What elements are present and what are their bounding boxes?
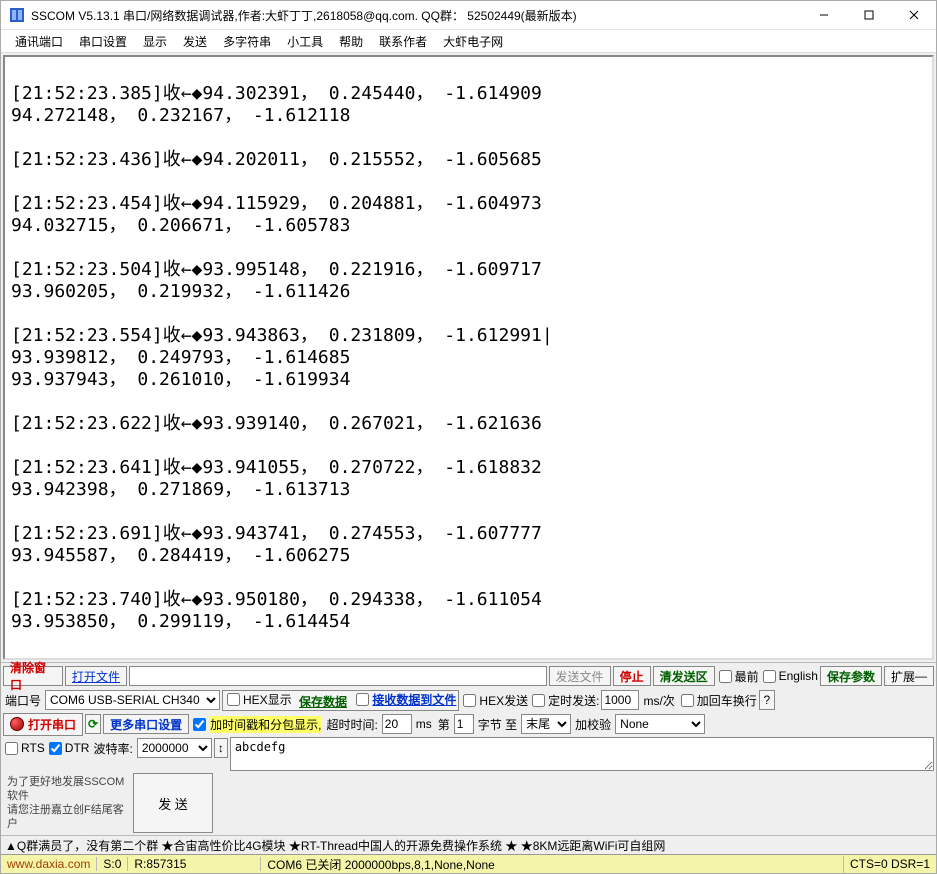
- menu-website[interactable]: 大虾电子网: [435, 31, 511, 52]
- hex-show-checkbox[interactable]: HEX显示: [225, 691, 292, 708]
- menu-tools[interactable]: 小工具: [279, 31, 331, 52]
- crlf-checkbox[interactable]: 加回车换行: [679, 692, 757, 709]
- english-checkbox[interactable]: English: [761, 669, 818, 683]
- status-recv: R:857315: [128, 857, 261, 871]
- frame-end-select[interactable]: 末尾: [521, 714, 571, 734]
- send-text-input[interactable]: abcdefg: [230, 737, 934, 771]
- rx-to-file-checkbox[interactable]: 接收数据到文件: [354, 691, 456, 708]
- timeout-label: 超时时间:: [324, 716, 379, 733]
- port-status-led: [10, 717, 24, 731]
- status-cts-dsr: CTS=0 DSR=1: [844, 857, 936, 871]
- log-area[interactable]: [21:52:23.385]收←◆94.302391， 0.245440， -1…: [3, 55, 934, 660]
- clear-send-button[interactable]: 清发送区: [653, 666, 715, 686]
- rts-checkbox[interactable]: RTS: [3, 741, 45, 755]
- status-url[interactable]: www.daxia.com: [1, 857, 97, 871]
- frame-label-2: 字节 至: [476, 716, 519, 733]
- topmost-checkbox[interactable]: 最前: [717, 668, 759, 685]
- reload-icon: ⟳: [88, 717, 98, 731]
- send-button[interactable]: 发 送: [133, 773, 213, 833]
- port-label: 端口号: [3, 692, 43, 709]
- ms-label: ms: [414, 717, 434, 731]
- menu-port[interactable]: 通讯端口: [7, 31, 71, 52]
- promo-bar: ▲Q群满员了，没有第二个群 ★合宙高性价比4G模块 ★RT-Thread中国人的…: [1, 835, 936, 854]
- window-title: SSCOM V5.13.1 串口/网络数据调试器,作者:大虾丁丁,2618058…: [31, 7, 801, 24]
- menu-multistr[interactable]: 多字符串: [215, 31, 279, 52]
- timeout-input[interactable]: [382, 714, 412, 734]
- more-settings-button[interactable]: 更多串口设置: [103, 714, 189, 734]
- menubar: 通讯端口 串口设置 显示 发送 多字符串 小工具 帮助 联系作者 大虾电子网: [1, 30, 936, 53]
- menu-display[interactable]: 显示: [135, 31, 175, 52]
- open-file-button[interactable]: 打开文件: [65, 666, 127, 686]
- check-label: 加校验: [573, 716, 613, 733]
- clear-window-button[interactable]: 清除窗口: [3, 666, 63, 686]
- statusbar: www.daxia.com S:0 R:857315 COM6 已关闭 2000…: [1, 854, 936, 873]
- dtr-checkbox[interactable]: DTR: [47, 741, 90, 755]
- menu-send[interactable]: 发送: [175, 31, 215, 52]
- controls-panel: 清除窗口 打开文件 发送文件 停止 清发送区 最前 English 保存参数 扩…: [1, 662, 936, 835]
- port-select[interactable]: COM6 USB-SERIAL CH340: [45, 690, 220, 710]
- file-path-input[interactable]: [129, 666, 547, 686]
- help-button[interactable]: ?: [759, 690, 775, 710]
- hex-send-checkbox[interactable]: HEX发送: [461, 692, 528, 709]
- check-select[interactable]: None: [615, 714, 705, 734]
- minimize-button[interactable]: [801, 1, 846, 29]
- interval-unit: ms/次: [641, 692, 676, 709]
- reload-port-button[interactable]: ⟳: [85, 714, 101, 734]
- timestamp-checkbox[interactable]: 加时间戳和分包显示,: [191, 716, 322, 733]
- baud-select[interactable]: 2000000: [137, 738, 212, 758]
- stop-button[interactable]: 停止: [613, 666, 651, 686]
- frame-label-1: 第: [436, 716, 452, 733]
- save-param-button[interactable]: 保存参数: [820, 666, 882, 686]
- close-button[interactable]: [891, 1, 936, 29]
- save-data-button[interactable]: 保存数据: [299, 695, 347, 709]
- menu-settings[interactable]: 串口设置: [71, 31, 135, 52]
- extend-button[interactable]: 扩展 —: [884, 666, 934, 686]
- send-file-button[interactable]: 发送文件: [549, 666, 611, 686]
- timed-send-checkbox[interactable]: 定时发送:: [530, 692, 599, 709]
- app-icon: [9, 7, 25, 23]
- baud-label: 波特率:: [91, 740, 134, 757]
- frame-start-input[interactable]: [454, 714, 474, 734]
- interval-input[interactable]: [601, 690, 639, 710]
- menu-help[interactable]: 帮助: [331, 31, 371, 52]
- promo-sidebox: 为了更好地发展SSCOM软件 请您注册嘉立创F结尾客户: [3, 773, 131, 833]
- maximize-button[interactable]: [846, 1, 891, 29]
- status-port: COM6 已关闭 2000000bps,8,1,None,None: [261, 856, 844, 873]
- baud-cycle-button[interactable]: ↕: [214, 738, 228, 758]
- status-sent: S:0: [97, 857, 128, 871]
- titlebar: SSCOM V5.13.1 串口/网络数据调试器,作者:大虾丁丁,2618058…: [1, 1, 936, 30]
- open-port-button[interactable]: 打开串口: [3, 713, 83, 736]
- menu-contact[interactable]: 联系作者: [371, 31, 435, 52]
